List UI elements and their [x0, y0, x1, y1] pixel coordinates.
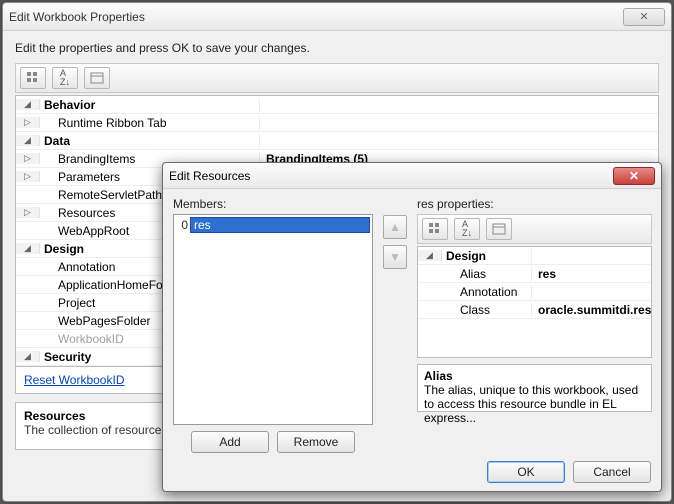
members-label: Members: — [173, 197, 373, 211]
category-label: Data — [40, 134, 260, 148]
categorized-button[interactable] — [422, 218, 448, 240]
button-label: Cancel — [593, 465, 630, 479]
props-label: res properties: — [417, 197, 652, 211]
main-title: Edit Workbook Properties — [9, 10, 145, 24]
prop-value: res — [532, 267, 651, 281]
collapse-icon[interactable]: ◢ — [418, 250, 442, 261]
expand-icon[interactable]: ▷ — [16, 171, 40, 182]
sub-title: Edit Resources — [169, 169, 250, 183]
sort-az-button[interactable]: AZ↓ — [52, 67, 78, 89]
list-item-index: 0 — [176, 218, 190, 232]
sub-toolbar: AZ↓ — [417, 214, 652, 244]
prop-class[interactable]: Class oracle.summitdi.res — [418, 301, 651, 319]
prop-label: Class — [442, 303, 532, 317]
button-label: Remove — [294, 435, 339, 449]
close-icon: ✕ — [639, 10, 648, 23]
main-titlebar: Edit Workbook Properties ✕ — [3, 3, 671, 31]
category-behavior[interactable]: ◢ Behavior — [16, 96, 658, 114]
sub-description-box: Alias The alias, unique to this workbook… — [417, 364, 652, 412]
category-design[interactable]: ◢ Design — [418, 247, 651, 265]
prop-runtime-ribbon-tab[interactable]: ▷ Runtime Ribbon Tab — [16, 114, 658, 132]
category-label: Design — [442, 249, 532, 263]
members-listbox[interactable]: 0 res — [173, 214, 373, 425]
main-hint: Edit the properties and press OK to save… — [15, 41, 659, 55]
grid-icon — [428, 222, 442, 236]
edit-resources-dialog: Edit Resources ✕ Members: 0 res Add Remo… — [162, 162, 662, 492]
prop-value: oracle.summitdi.res — [532, 303, 651, 317]
move-up-button[interactable]: ▲ — [383, 215, 407, 239]
sub-description-title: Alias — [424, 369, 645, 383]
page-icon — [492, 223, 506, 235]
sort-icon: AZ↓ — [60, 69, 70, 87]
button-label: OK — [517, 465, 534, 479]
cancel-button[interactable]: Cancel — [573, 461, 651, 483]
sub-body: Members: 0 res Add Remove ▲ ▼ res proper… — [163, 189, 661, 491]
arrow-up-icon: ▲ — [389, 220, 401, 234]
prop-alias[interactable]: Alias res — [418, 265, 651, 283]
page-icon — [90, 72, 104, 84]
sort-az-button[interactable]: AZ↓ — [454, 218, 480, 240]
collapse-icon[interactable]: ◢ — [16, 351, 40, 362]
category-data[interactable]: ◢ Data — [16, 132, 658, 150]
main-toolbar: AZ↓ — [15, 63, 659, 93]
list-item[interactable]: 0 res — [176, 217, 370, 233]
categorized-button[interactable] — [20, 67, 46, 89]
sub-close-button[interactable]: ✕ — [613, 167, 655, 185]
ok-button[interactable]: OK — [487, 461, 565, 483]
property-pages-button[interactable] — [84, 67, 110, 89]
add-button[interactable]: Add — [191, 431, 269, 453]
list-item-value[interactable]: res — [190, 217, 370, 233]
category-label: Behavior — [40, 98, 260, 112]
sub-property-grid[interactable]: ◢ Design Alias res Annotation — [417, 246, 652, 358]
members-column: Members: 0 res Add Remove — [173, 197, 373, 453]
collapse-icon[interactable]: ◢ — [16, 135, 40, 146]
prop-label: Runtime Ribbon Tab — [40, 116, 260, 130]
prop-label: Annotation — [442, 285, 532, 299]
close-icon: ✕ — [629, 169, 639, 183]
expand-icon[interactable]: ▷ — [16, 207, 40, 218]
sub-middle: Members: 0 res Add Remove ▲ ▼ res proper… — [173, 197, 651, 453]
reorder-column: ▲ ▼ — [383, 197, 407, 453]
collapse-icon[interactable]: ◢ — [16, 99, 40, 110]
expand-icon[interactable]: ▷ — [16, 153, 40, 164]
expand-icon[interactable]: ▷ — [16, 117, 40, 128]
remove-button[interactable]: Remove — [277, 431, 355, 453]
grid-icon — [26, 71, 40, 85]
prop-label: Alias — [442, 267, 532, 281]
arrow-down-icon: ▼ — [389, 250, 401, 264]
property-pages-button[interactable] — [486, 218, 512, 240]
sub-description-text: The alias, unique to this workbook, used… — [424, 383, 645, 425]
button-label: Add — [219, 435, 240, 449]
sub-footer: OK Cancel — [173, 453, 651, 483]
sub-titlebar: Edit Resources ✕ — [163, 163, 661, 189]
prop-annotation[interactable]: Annotation — [418, 283, 651, 301]
main-close-button[interactable]: ✕ — [623, 8, 665, 26]
move-down-button[interactable]: ▼ — [383, 245, 407, 269]
properties-column: res properties: AZ↓ ◢ Design — [417, 197, 652, 453]
sort-icon: AZ↓ — [462, 220, 472, 238]
collapse-icon[interactable]: ◢ — [16, 243, 40, 254]
reset-workbook-id-link[interactable]: Reset WorkbookID — [24, 373, 124, 387]
